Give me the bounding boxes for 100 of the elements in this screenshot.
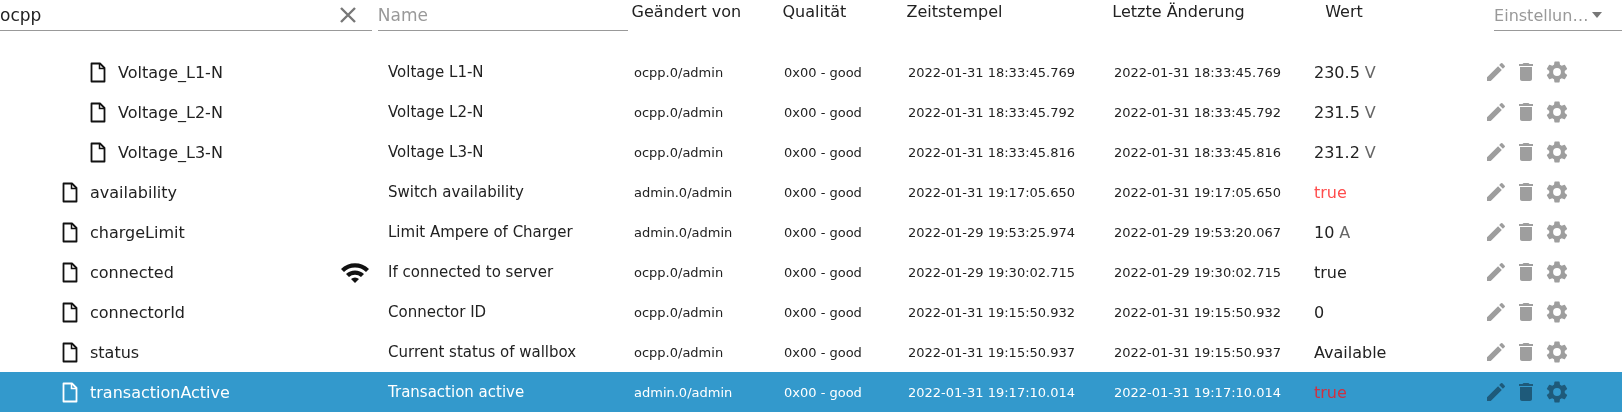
table-row[interactable]: status Current status of wallbox ocpp.0/admin 0x00 - good 2022-01-31 19:15:50.937 2022-01-31 19:15:50.937 Available xyxy=(0,332,1622,372)
object-id: chargeLimit xyxy=(90,222,185,242)
edit-icon[interactable] xyxy=(1484,300,1508,324)
edit-icon[interactable] xyxy=(1484,140,1508,164)
last-change: 2022-01-31 18:33:45.769 xyxy=(1114,64,1282,80)
settings-icon[interactable] xyxy=(1544,59,1570,85)
table-row[interactable]: Voltage_L1-N Voltage L1-N ocpp.0/admin 0x00 - good 2022-01-31 18:33:45.769 2022-01-31 18:33:45.769 230.5 V xyxy=(0,52,1622,92)
edit-icon[interactable] xyxy=(1484,380,1508,404)
changed-by: admin.0/admin xyxy=(634,184,734,200)
timestamp: 2022-01-31 18:33:45.816 xyxy=(908,144,1076,160)
file-icon xyxy=(90,101,106,123)
settings-icon[interactable] xyxy=(1544,99,1570,125)
close-icon[interactable] xyxy=(338,5,358,25)
object-id: status xyxy=(90,342,140,362)
timestamp: 2022-01-31 18:33:45.792 xyxy=(908,104,1076,120)
object-name: Voltage L1-N xyxy=(388,63,485,81)
edit-icon[interactable] xyxy=(1484,180,1508,204)
name-filter-field[interactable]: Name xyxy=(377,5,618,25)
quality: 0x00 - good xyxy=(784,384,863,400)
edit-icon[interactable] xyxy=(1484,260,1508,284)
changed-by: ocpp.0/admin xyxy=(634,344,725,360)
last-change: 2022-01-31 19:15:50.932 xyxy=(1114,304,1282,320)
value: 0 xyxy=(1314,302,1325,322)
changed-by: ocpp.0/admin xyxy=(634,64,725,80)
table-row[interactable]: connected If connected to server ocpp.0/admin 0x00 - good 2022-01-29 19:30:02.715 2022-01-29 19:30:02.715 true xyxy=(0,252,1622,292)
quality: 0x00 - good xyxy=(784,64,863,80)
file-icon xyxy=(62,261,78,283)
object-name: Voltage L2-N xyxy=(388,103,485,121)
file-icon xyxy=(62,381,78,403)
file-icon xyxy=(90,141,106,163)
value: true xyxy=(1314,382,1347,402)
object-name: If connected to server xyxy=(388,263,555,281)
changed-by: ocpp.0/admin xyxy=(634,264,725,280)
object-id: connectorId xyxy=(90,302,186,322)
file-icon xyxy=(62,301,78,323)
settings-icon[interactable] xyxy=(1544,259,1570,285)
file-icon xyxy=(62,181,78,203)
changed-by: admin.0/admin xyxy=(634,224,734,240)
settings-icon[interactable] xyxy=(1544,339,1570,365)
quality: 0x00 - good xyxy=(784,184,863,200)
table-row[interactable]: availability Switch availability admin.0/admin 0x00 - good 2022-01-31 19:17:05.650 2022-01-31 19:17:05.650 true xyxy=(0,172,1622,212)
object-name: Switch availability xyxy=(388,183,525,201)
object-name: Voltage L3-N xyxy=(388,143,485,161)
quality: 0x00 - good xyxy=(784,264,863,280)
object-name: Transaction active xyxy=(388,383,526,401)
caret-icon xyxy=(1592,12,1603,18)
last-change: 2022-01-31 19:17:10.014 xyxy=(1114,384,1282,400)
last-change: 2022-01-31 19:15:50.937 xyxy=(1114,344,1282,360)
column-header: Letzte Änderung xyxy=(1112,1,1246,23)
settings-icon[interactable] xyxy=(1544,139,1570,165)
object-id: Voltage_L2-N xyxy=(118,102,223,122)
column-header: Zeitstempel xyxy=(906,1,1004,23)
changed-by: admin.0/admin xyxy=(634,384,734,400)
value: 231.2 xyxy=(1314,142,1360,162)
object-name: Limit Ampere of Charger xyxy=(388,223,574,241)
last-change: 2022-01-29 19:30:02.715 xyxy=(1114,264,1282,280)
unit: V xyxy=(1364,102,1376,122)
quality: 0x00 - good xyxy=(784,344,863,360)
table-row[interactable]: connectorId Connector ID ocpp.0/admin 0x00 - good 2022-01-31 19:15:50.932 2022-01-31 19:15:50.932 0 xyxy=(0,292,1622,332)
last-change: 2022-01-31 18:33:45.792 xyxy=(1114,104,1282,120)
table-row[interactable]: Voltage_L3-N Voltage L3-N ocpp.0/admin 0x00 - good 2022-01-31 18:33:45.816 2022-01-31 18:33:45.816 231.2 V xyxy=(0,132,1622,172)
timestamp: 2022-01-29 19:30:02.715 xyxy=(908,264,1076,280)
timestamp: 2022-01-31 19:17:10.014 xyxy=(908,384,1076,400)
table-row[interactable]: Voltage_L2-N Voltage L2-N ocpp.0/admin 0x00 - good 2022-01-31 18:33:45.792 2022-01-31 18:33:45.792 231.5 V xyxy=(0,92,1622,132)
edit-icon[interactable] xyxy=(1484,220,1508,244)
timestamp: 2022-01-31 19:17:05.650 xyxy=(908,184,1076,200)
unit: V xyxy=(1364,142,1376,162)
value: true xyxy=(1314,182,1347,202)
timestamp: 2022-01-31 18:33:45.769 xyxy=(908,64,1076,80)
changed-by: ocpp.0/admin xyxy=(634,104,725,120)
timestamp: 2022-01-31 19:15:50.932 xyxy=(908,304,1076,320)
settings-icon[interactable] xyxy=(1544,179,1570,205)
settings-icon[interactable] xyxy=(1544,299,1570,325)
settings-icon[interactable] xyxy=(1544,219,1570,245)
quality: 0x00 - good xyxy=(784,144,863,160)
quality: 0x00 - good xyxy=(784,104,863,120)
table-row[interactable]: chargeLimit Limit Ampere of Charger admin.0/admin 0x00 - good 2022-01-29 19:53:25.974 2022-01-29 19:53:20.067 10 A xyxy=(0,212,1622,252)
edit-icon[interactable] xyxy=(1484,340,1508,364)
search-field[interactable]: ocpp xyxy=(0,5,330,25)
column-header: Qualität xyxy=(782,1,848,23)
settings-icon[interactable] xyxy=(1544,379,1570,405)
timestamp: 2022-01-29 19:53:25.974 xyxy=(908,224,1076,240)
file-icon xyxy=(62,221,78,243)
unit: V xyxy=(1364,62,1376,82)
changed-by: ocpp.0/admin xyxy=(634,144,725,160)
value: 230.5 xyxy=(1314,62,1360,82)
object-name: Current status of wallbox xyxy=(388,343,578,361)
object-id: Voltage_L1-N xyxy=(118,62,223,82)
object-id: Voltage_L3-N xyxy=(118,142,223,162)
last-change: 2022-01-31 19:17:05.650 xyxy=(1114,184,1282,200)
quality: 0x00 - good xyxy=(784,224,863,240)
edit-icon[interactable] xyxy=(1484,100,1508,124)
object-name: Connector ID xyxy=(388,303,488,321)
file-icon xyxy=(90,61,106,83)
value: 10 xyxy=(1314,222,1335,242)
column-header: Wert xyxy=(1325,1,1364,23)
edit-icon[interactable] xyxy=(1484,60,1508,84)
quality: 0x00 - good xyxy=(784,304,863,320)
changed-by: ocpp.0/admin xyxy=(634,304,725,320)
object-id: transactionActive xyxy=(90,382,230,402)
